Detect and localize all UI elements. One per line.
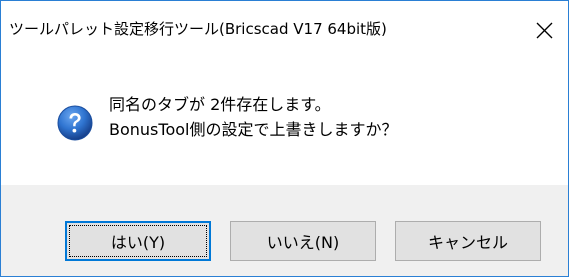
cancel-button[interactable]: キャンセル bbox=[395, 221, 541, 261]
message-line-1: 同名のタブが 2件存在します。 bbox=[109, 95, 331, 114]
message-line-2: BonusTool側の設定で上書きしますか？ bbox=[109, 120, 398, 139]
dialog-title: ツールパレット設定移行ツール(Bricscad V17 64bit版) bbox=[9, 20, 387, 38]
message-dialog: ツールパレット設定移行ツール(Bricscad V17 64bit版) 同名のタ… bbox=[0, 0, 569, 277]
close-button[interactable] bbox=[522, 1, 568, 61]
button-bar: はい(Y) いいえ(N) キャンセル bbox=[1, 185, 568, 276]
question-icon bbox=[57, 105, 93, 141]
close-icon bbox=[536, 22, 553, 39]
title-bar: ツールパレット設定移行ツール(Bricscad V17 64bit版) bbox=[1, 1, 568, 61]
yes-button[interactable]: はい(Y) bbox=[65, 221, 211, 261]
no-button[interactable]: いいえ(N) bbox=[230, 221, 376, 261]
dialog-message: 同名のタブが 2件存在します。 BonusTool側の設定で上書きしますか？ bbox=[109, 92, 397, 142]
dialog-content: 同名のタブが 2件存在します。 BonusTool側の設定で上書きしますか？ bbox=[1, 61, 568, 185]
